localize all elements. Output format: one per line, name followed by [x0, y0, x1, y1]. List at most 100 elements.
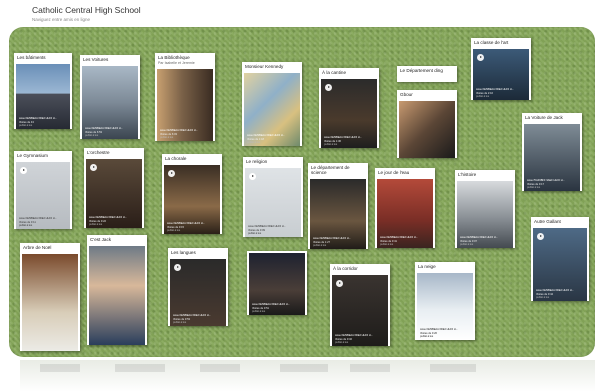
post-image[interactable]: www.1929BEAA 6DE2 HHOI H... Visites de 0:… [377, 179, 433, 248]
post-image[interactable] [399, 101, 455, 158]
post-date: publié à les [247, 140, 261, 144]
post-date: publié à les [536, 295, 550, 299]
post-card-art[interactable]: La classe de l'art www.1929BEAA 6DE2 HHO… [471, 38, 531, 100]
post-image[interactable]: www.1929BEAA 6DE2 HHOI H... Visites de 0:… [533, 228, 587, 301]
post-image[interactable]: www.1929BEAA 6DE2 HHOI H... Visites de 2:… [473, 49, 529, 100]
post-title: La Bibliothèque [158, 55, 190, 60]
post-title: Arbre de Noël [23, 245, 52, 250]
post-title: La neige [418, 264, 436, 269]
post-title: Le religion [246, 159, 268, 164]
padlet-board: Les bâtiments www.1929BEAA 6DE2 HHOI H..… [9, 27, 595, 357]
post-title: Monsieur Kennedy [245, 64, 284, 69]
post-image[interactable] [89, 246, 145, 345]
post-subtitle: Par Isabelle et Jeremie [158, 61, 195, 66]
page-title: Catholic Central High School [32, 5, 141, 15]
play-icon[interactable] [20, 167, 27, 174]
post-date: publié à les [173, 320, 187, 324]
post-card-jour-eau[interactable]: Le jour de l'eau www.1929BEAA 6DE2 HHOI … [375, 168, 435, 248]
post-card-cantine[interactable]: À la cantine www.1929BEAA 6DE2 HHOI H...… [319, 68, 379, 148]
post-date: publié à les [167, 228, 181, 232]
post-card-science[interactable]: Le département de science www.1929BEAA 6… [308, 163, 368, 249]
post-card-orchestre[interactable]: L'orchestre www.1929BEAA 6DE2 HHOI H... V… [84, 148, 144, 228]
post-image[interactable]: www.1929BEAA 6DE2 HHOI H... Visites de 0:… [245, 168, 301, 237]
post-image[interactable]: www.1929BEAA 6DE2 HHOI H... Visites de 0:… [164, 165, 220, 234]
post-date: publié à les [19, 223, 33, 227]
post-date: publié à les [476, 94, 490, 98]
post-card-gbour[interactable]: Gbour [397, 90, 457, 158]
post-title: Le Département ding [400, 68, 443, 73]
play-icon[interactable] [336, 280, 343, 287]
post-date: publié à les [460, 242, 474, 246]
post-date: publié à les [324, 142, 338, 146]
post-date: publié à les [160, 135, 174, 139]
post-title: Les bâtiments [17, 55, 46, 60]
play-icon[interactable] [477, 54, 484, 61]
post-title: Le jour de l'eau [378, 170, 410, 175]
post-card-gymnasium[interactable]: Le Gymnasium www.1929BEAA 6DE2 HHOI H...… [14, 151, 72, 229]
post-card-kennedy[interactable]: Monsieur Kennedy www.1929BEAA 6DE2 HHOI … [242, 62, 302, 146]
post-card-departement[interactable]: Le Département ding [397, 66, 457, 82]
post-card-histoire[interactable]: L'histoire www.1929BEAA 6DE2 HHOI H... Vi… [455, 170, 515, 248]
post-title: L'histoire [458, 172, 477, 177]
post-image[interactable]: www.1929BEAA 6DE2 HHOI H... Visites de 0:… [170, 259, 226, 326]
play-icon[interactable] [325, 84, 332, 91]
post-image[interactable]: www.1929BEAA 6DE2 HHOI H... Visites de 0:… [86, 159, 142, 228]
post-title: Les Voitures [83, 57, 109, 62]
post-date: publié à les [380, 242, 394, 246]
post-title: Les langues [171, 250, 196, 255]
post-date: publié à les [89, 222, 103, 226]
post-card-gallant[interactable]: Autre Gallant www.1929BEAA 6DE2 HHOI H..… [531, 217, 589, 301]
play-icon[interactable] [90, 164, 97, 171]
post-card-untitled[interactable]: www.1929BEAA 6DE2 HHOI H... Visites de 0:… [247, 251, 307, 315]
page-subtitle: Naviguez entre amis en ligne [32, 17, 91, 22]
post-date: publié à les [248, 231, 262, 235]
post-image[interactable]: www.1929BEAA 6DE2 HHOI H... Visites de 43… [16, 64, 70, 129]
post-date: publié à les [335, 340, 349, 344]
play-icon[interactable] [249, 173, 256, 180]
post-card-voitures[interactable]: Les Voitures www.1929BEAA 6DE2 HHOI H...… [80, 55, 140, 139]
play-icon[interactable] [174, 264, 181, 271]
board-reflection [20, 360, 595, 392]
post-date: publié à les [313, 243, 327, 247]
play-icon[interactable] [168, 170, 175, 177]
post-card-noel[interactable]: Arbre de Noël [20, 243, 80, 351]
post-date: publié à les [85, 133, 99, 137]
post-title-block: La Bibliothèque Par Isabelle et Jeremie [155, 53, 215, 69]
post-card-voiture-jack[interactable]: La Voiture de Jack www.7FA49BFF 9AEF HHO… [522, 113, 582, 191]
post-title: Gbour [400, 92, 413, 97]
post-image[interactable]: www.1929BEAA 6DE2 HHOI H... Visites de 0:… [457, 181, 513, 248]
play-icon[interactable] [537, 233, 544, 240]
post-title: Le département de science [311, 165, 350, 176]
post-image[interactable]: www.1929BEAA 6DE2 HHOI H... Visites de 0:… [16, 162, 70, 229]
post-title: À la corridor [333, 266, 358, 271]
post-image[interactable]: www.1929BEAA 6DE2 HHOI H... Visites de 6:… [82, 66, 138, 139]
post-card-batiments[interactable]: Les bâtiments www.1929BEAA 6DE2 HHOI H..… [14, 53, 72, 129]
post-title: La Voiture de Jack [525, 115, 563, 120]
post-card-langues[interactable]: Les langues www.1929BEAA 6DE2 HHOI H... V… [168, 248, 228, 326]
post-date: publié à les [527, 185, 541, 189]
post-title: La classe de l'art [474, 40, 509, 45]
post-image[interactable]: www.7FA49BFF 9AEF HHOI H... Visites de 0:… [524, 124, 580, 191]
post-title: À la cantine [322, 70, 347, 75]
post-title: Le Gymnasium [17, 153, 48, 158]
post-date: publié à les [19, 123, 33, 127]
post-card-neige[interactable]: La neige www.1929BEAA 6DE2 HHOI H... Visi… [415, 262, 475, 340]
post-title: L'orchestre [87, 150, 110, 155]
post-image[interactable]: www.1929BEAA 6DE2 HHOI H... Visites de 0:… [249, 253, 305, 315]
post-card-religion[interactable]: Le religion www.1929BEAA 6DE2 HHOI H... V… [243, 157, 303, 237]
post-card-bibliotheque[interactable]: La Bibliothèque Par Isabelle et Jeremie w… [155, 53, 215, 141]
post-image[interactable]: www.1929BEAA 6DE2 HHOI H... Visites de 0:… [417, 273, 473, 340]
post-image[interactable]: www.1929BEAA 6DE2 HHOI H... Visites de 1:… [244, 73, 300, 146]
post-card-corridor[interactable]: À la corridor www.1929BEAA 6DE2 HHOI H..… [330, 264, 390, 346]
post-date: publié à les [420, 334, 434, 338]
post-title: Autre Gallant [534, 219, 561, 224]
post-image[interactable]: www.1929BEAA 6DE2 HHOI H... Visites de 1:… [310, 179, 366, 249]
post-image[interactable]: www.1929BEAA 6DE2 HHOI H... Visites de 0:… [332, 275, 388, 346]
post-card-chorale[interactable]: La chorale www.1929BEAA 6DE2 HHOI H... Vi… [162, 154, 222, 234]
post-date: publié à les [252, 309, 266, 313]
post-image[interactable] [22, 254, 78, 351]
post-image[interactable]: www.1929BEAA 6DE2 HHOI H... Visites de 6:… [157, 69, 213, 141]
post-image[interactable]: www.1929BEAA 6DE2 HHOI H... Visites de 1:… [321, 79, 377, 148]
post-title: La chorale [165, 156, 187, 161]
post-card-cest-jack[interactable]: C'est Jack [87, 235, 147, 345]
